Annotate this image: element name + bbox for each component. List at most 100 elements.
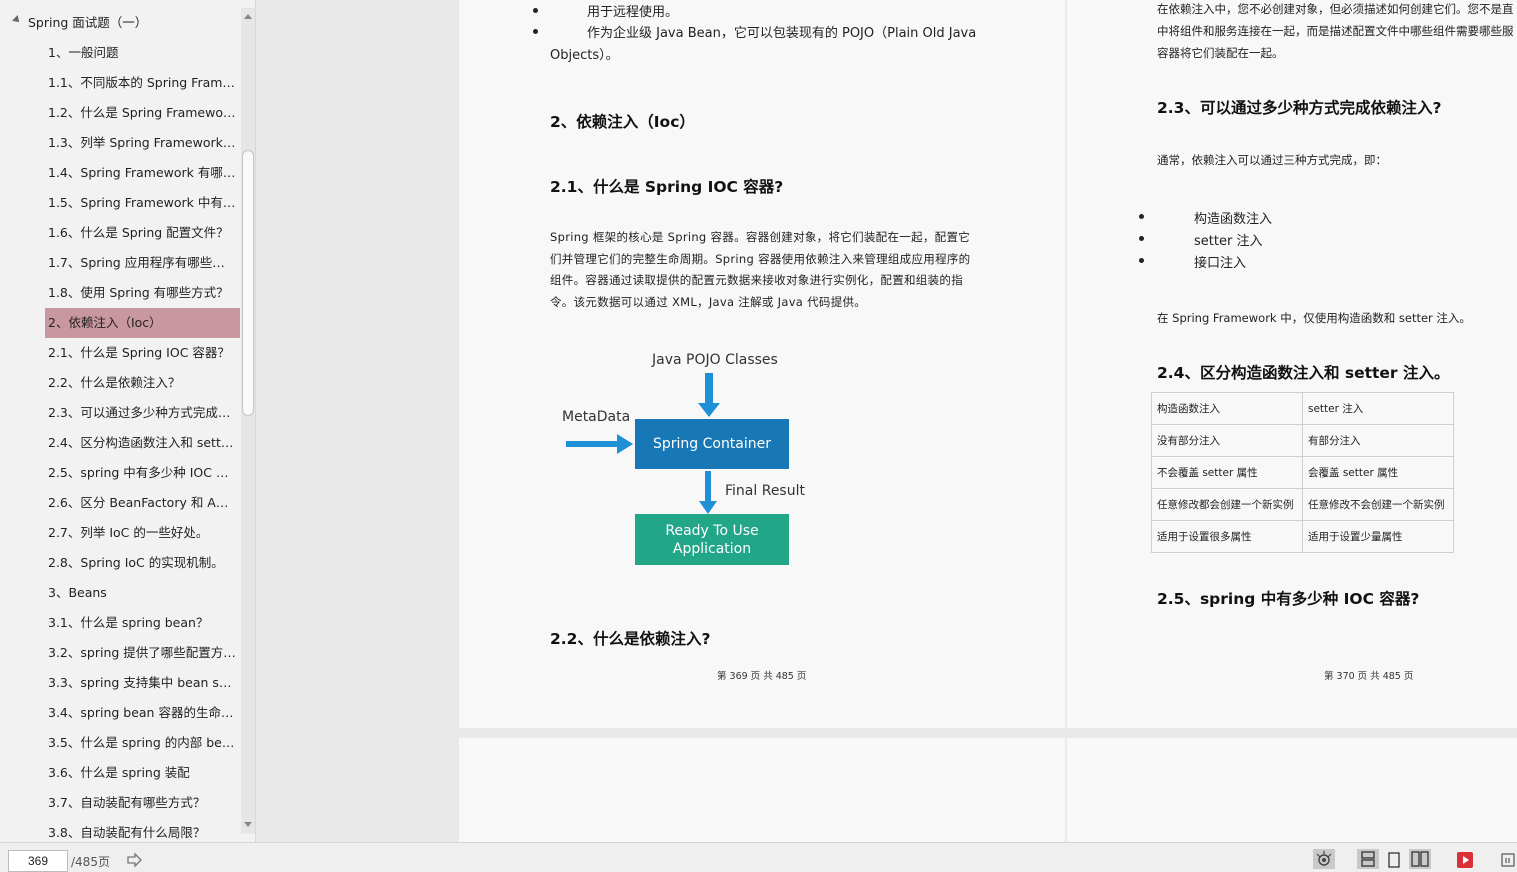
toc-item[interactable]: 1.8、使用 Spring 有哪些方式？ [0,278,240,308]
bullet-text: 作为企业级 Java Bean，它可以包装现有的 POJO（Plain Old … [587,26,977,41]
toc-scrollbar[interactable] [241,8,255,834]
intro-text: 通常，依赖注入可以通过三种方式完成，即： [1157,153,1387,167]
toc-item[interactable]: 2.7、列举 IoC 的一些好处。 [0,518,240,548]
bullet-dot [533,8,538,13]
continuous-scroll-icon[interactable] [1357,849,1379,869]
arrow-right [566,441,619,447]
table-cell: 会覆盖 setter 属性 [1302,456,1454,489]
toc-item[interactable]: 3.1、什么是 spring bean？ [0,608,240,638]
toc-item[interactable]: 3.8、自动装配有什么局限？ [0,818,240,842]
eye-care-icon[interactable] [1313,849,1335,869]
page-370: 在依赖注入中，您不必创建对象，但必须描述如何创建它们。您不是直 中将组件和服务连… [1067,0,1517,728]
ready-line-2: Application [672,540,752,557]
toc-item[interactable]: 3.7、自动装配有哪些方式？ [0,788,240,818]
page-372 [1067,738,1517,842]
injection-compare-table: 构造函数注入 setter 注入 没有部分注入 有部分注入 不会覆盖 sette… [1151,392,1454,553]
arrow-down-2 [705,471,711,503]
bullet-dot [1139,214,1144,219]
toc-item[interactable]: 1.1、不同版本的 Spring Framework 有哪些主要功能？ [0,68,240,98]
text-line: 中将组件和服务连接在一起，而是描述配置文件中哪些组件需要哪些服 [1157,24,1514,38]
toc-root[interactable]: Spring 面试题（一） [0,8,240,38]
table-row: 不会覆盖 setter 属性 会覆盖 setter 属性 [1151,456,1454,489]
page-footer: 第 370 页 共 485 页 [1324,671,1414,682]
toc-item[interactable]: 1.3、列举 Spring Framework 的优点。 [0,128,240,158]
heading-2: 2、依赖注入（Ioc） [550,113,695,131]
toc-item[interactable]: 2.5、spring 中有多少种 IOC 容器？ [0,458,240,488]
heading-2-4: 2.4、区分构造函数注入和 setter 注入。 [1157,364,1450,382]
toc-item[interactable]: 3.4、spring bean 容器的生命周期是什么样的？ [0,698,240,728]
toc-item[interactable]: 2.6、区分 BeanFactory 和 ApplicationContext。 [0,488,240,518]
toc-item[interactable]: 1.6、什么是 Spring 配置文件？ [0,218,240,248]
table-cell: 适用于设置少量属性 [1302,520,1454,553]
bullet-text: 用于远程使用。 [587,5,679,20]
play-slideshow-icon[interactable] [1456,851,1474,869]
para-line: 们并管理它们的完整生命周期。Spring 容器使用依赖注入来管理组成应用程序的 [550,251,971,266]
page-number-input[interactable]: 369 [8,850,68,872]
scroll-thumb[interactable] [242,150,254,416]
scroll-up-icon[interactable] [244,14,252,19]
bullet-text-cont: Objects）。 [550,48,619,63]
para-line: 组件。容器通过读取提供的配置元数据来接收对象进行实例化，配置和组装的指 [550,273,963,287]
toc-item[interactable]: 3.6、什么是 spring 装配 [0,758,240,788]
spring-container-diagram: Java POJO Classes MetaData Spring Contai… [547,335,809,575]
toc-sidebar: Spring 面试题（一） 1、一般问题 1.1、不同版本的 Spring Fra… [0,0,256,842]
page-footer: 第 369 页 共 485 页 [717,671,807,682]
table-row: 适用于设置很多属性 适用于设置少量属性 [1151,520,1454,553]
page-total: /485页 [71,855,110,869]
toc-item[interactable]: 2.3、可以通过多少种方式完成依赖注入？ [0,398,240,428]
toc-item[interactable]: 1.4、Spring Framework 有哪些不同的功能？ [0,158,240,188]
para-line: Spring 框架的核心是 Spring 容器。容器创建对象，将它们装配在一起，… [550,230,971,244]
toc-item-active[interactable]: 2、依赖注入（Ioc） [45,308,240,338]
table-row: 任意修改都会创建一个新实例 任意修改不会创建一个新实例 [1151,488,1454,521]
arrow-head-right [617,434,633,454]
arrow-down-1 [705,373,713,405]
table-cell: 构造函数注入 [1151,392,1303,425]
toc-item[interactable]: 3.3、spring 支持集中 bean scope？ [0,668,240,698]
actual-size-icon[interactable] [1500,851,1516,869]
table-cell: 不会覆盖 setter 属性 [1151,456,1303,489]
paragraph-ioc: Spring 框架的核心是 Spring 容器。容器创建对象，将它们装配在一起，… [550,227,970,313]
table-cell: 没有部分注入 [1151,424,1303,457]
table-cell: 任意修改不会创建一个新实例 [1302,488,1454,521]
document-viewer[interactable]: 用于远程使用。 作为企业级 Java Bean，它可以包装现有的 POJO（Pl… [257,0,1517,842]
toc-item[interactable]: 1、一般问题 [0,38,240,68]
bullet-text: 接口注入 [1194,256,1247,271]
heading-2-2: 2.2、什么是依赖注入? [550,630,711,648]
goto-page-icon[interactable] [126,851,144,869]
table-cell: setter 注入 [1302,392,1454,425]
bullet-dot [1139,258,1144,263]
toc-item[interactable]: 1.2、什么是 Spring Framework？ [0,98,240,128]
bullet-dot [533,29,538,34]
table-row: 构造函数注入 setter 注入 [1151,392,1454,425]
bullet-text: setter 注入 [1194,234,1263,249]
arrow-head-2 [699,501,717,514]
toc-item[interactable]: 3.2、spring 提供了哪些配置方式？ [0,638,240,668]
toc-item[interactable]: 3.5、什么是 spring 的内部 bean？ [0,728,240,758]
bullet-dot [1139,236,1144,241]
text-line: 容器将它们装配在一起。 [1157,46,1284,60]
toc-item[interactable]: 1.7、Spring 应用程序有哪些不同组件？ [0,248,240,278]
toc-item[interactable]: 2.8、Spring IoC 的实现机制。 [0,548,240,578]
arrow-head-1 [698,403,720,417]
toc-item[interactable]: 2.4、区分构造函数注入和 setter 注入 [0,428,240,458]
single-page-icon[interactable] [1385,851,1403,869]
note-text: 在 Spring Framework 中，仅使用构造函数和 setter 注入。 [1157,311,1471,325]
spring-container-box: Spring Container [635,419,789,469]
heading-2-5: 2.5、spring 中有多少种 IOC 容器? [1157,590,1420,608]
table-row: 没有部分注入 有部分注入 [1151,424,1454,457]
two-page-icon[interactable] [1409,849,1431,869]
table-cell: 任意修改都会创建一个新实例 [1151,488,1303,521]
bullet-text: 构造函数注入 [1194,212,1273,227]
heading-2-1: 2.1、什么是 Spring IOC 容器? [550,178,784,196]
bottom-toolbar: 369 /485页 [0,842,1517,872]
page-369: 用于远程使用。 作为企业级 Java Bean，它可以包装现有的 POJO（Pl… [459,0,1065,728]
ready-line-1: Ready To Use [665,522,759,539]
scroll-down-icon[interactable] [244,822,252,827]
ready-app-box: Ready To Use Application [635,514,789,565]
table-cell: 有部分注入 [1302,424,1454,457]
toc-item[interactable]: 3、Beans [0,578,240,608]
toc-item[interactable]: 2.2、什么是依赖注入？ [0,368,240,398]
toc-item[interactable]: 2.1、什么是 Spring IOC 容器？ [0,338,240,368]
heading-2-3: 2.3、可以通过多少种方式完成依赖注入? [1157,99,1442,117]
toc-item[interactable]: 1.5、Spring Framework 中有多少个模块，它们分别是什么？ [0,188,240,218]
